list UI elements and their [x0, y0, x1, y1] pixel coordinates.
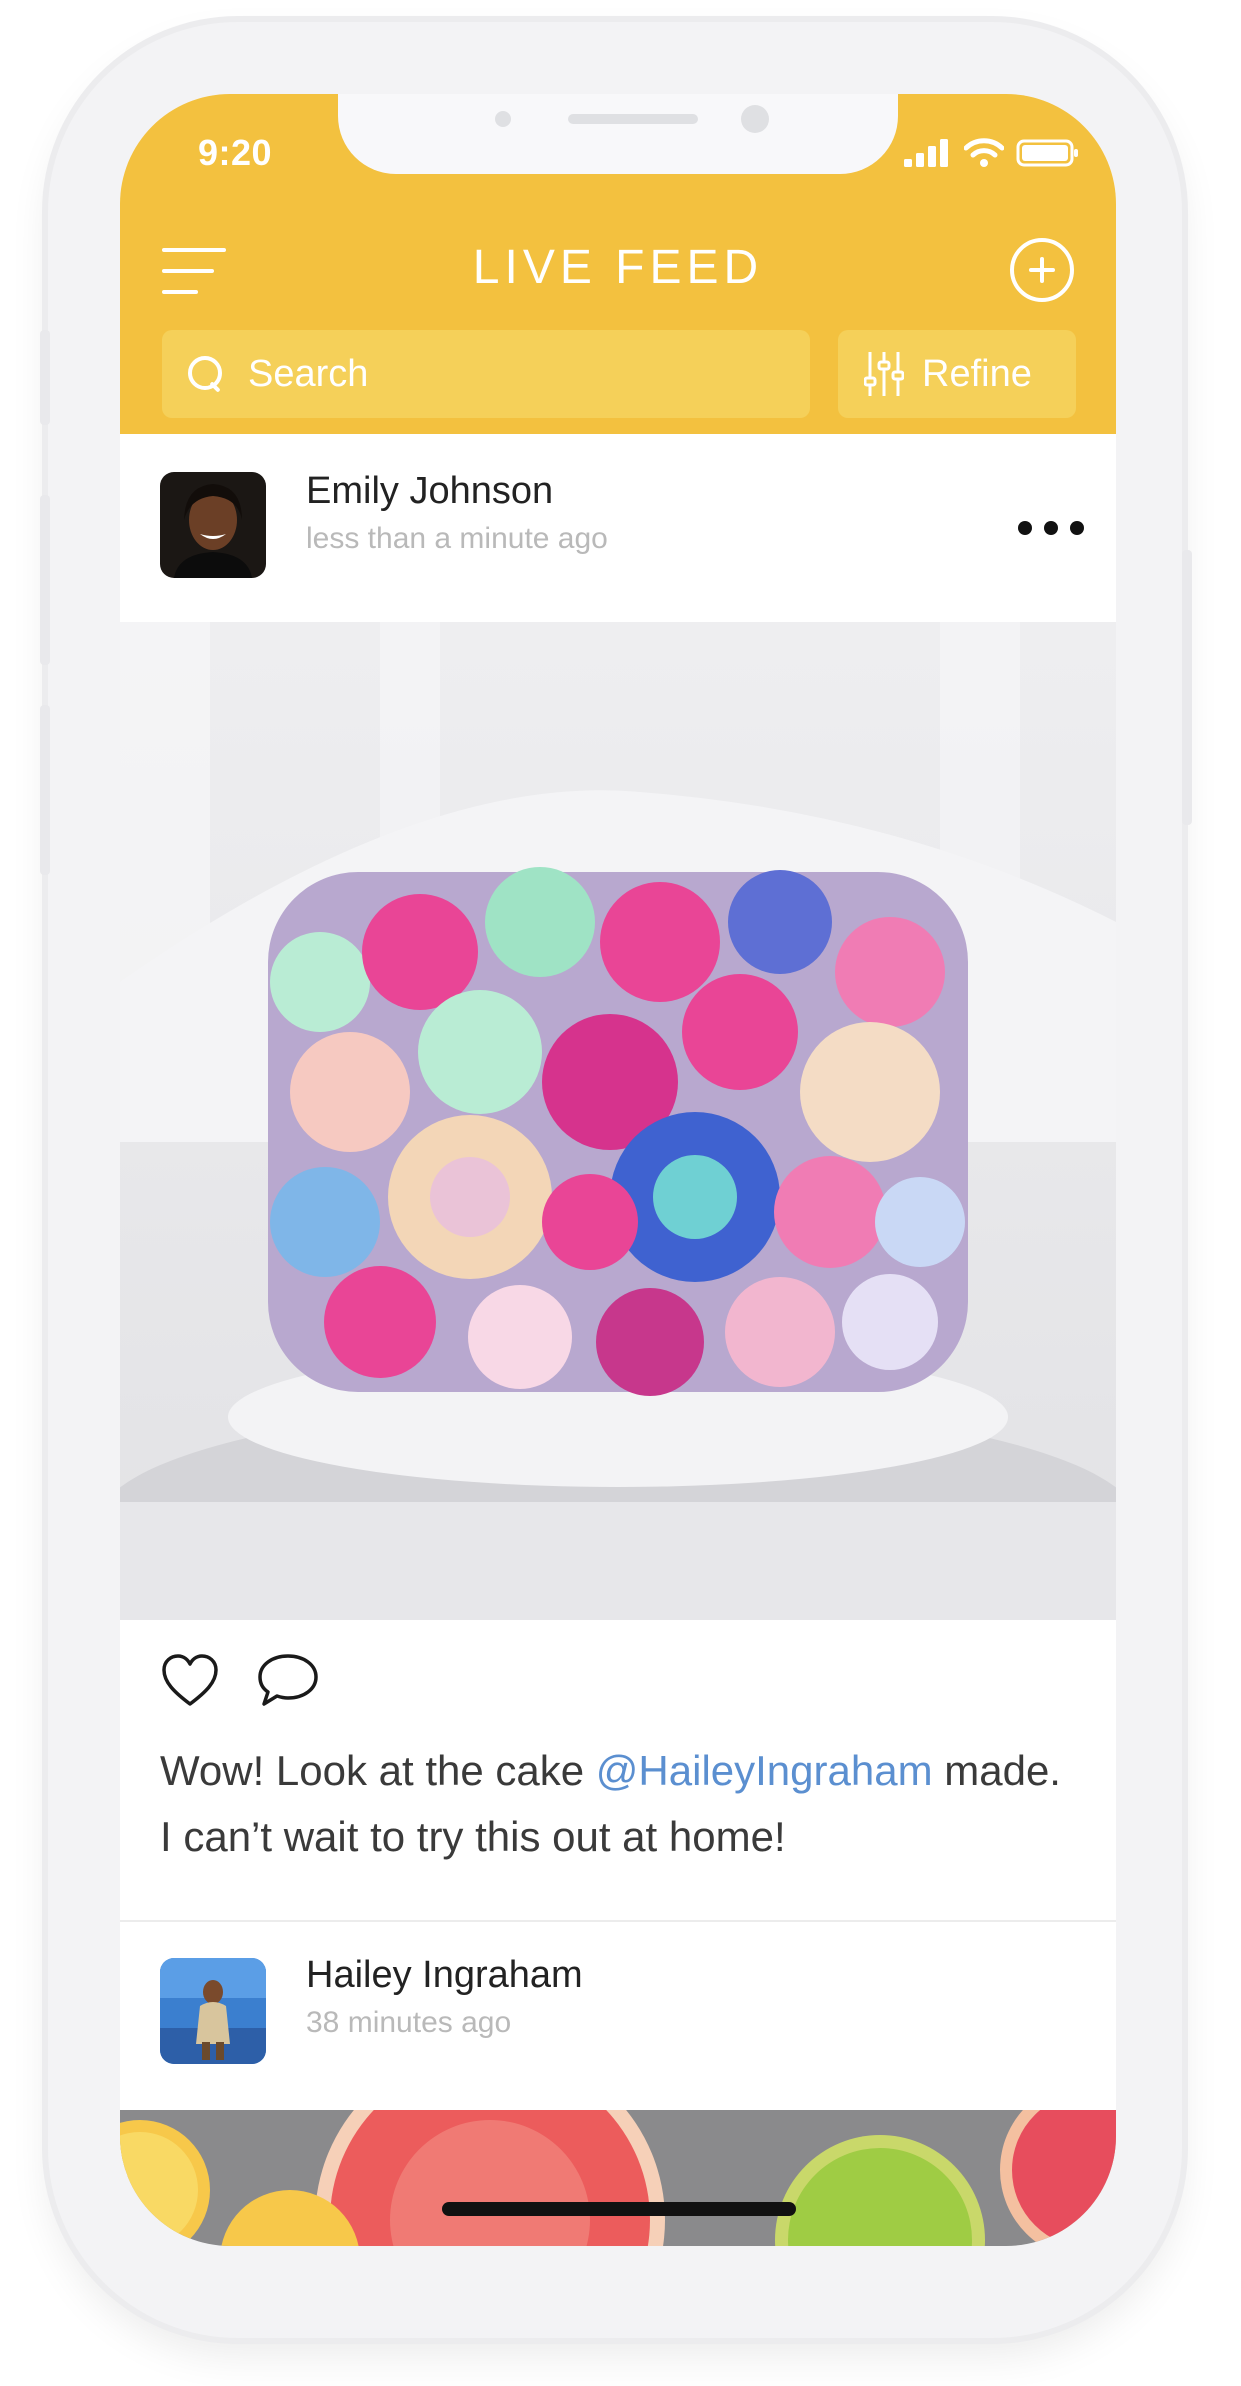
power-button — [1182, 550, 1192, 825]
caption-text: Wow! Look at the cake — [160, 1747, 596, 1794]
add-icon[interactable] — [1010, 238, 1074, 302]
comment-icon[interactable] — [256, 1652, 320, 1708]
avatar[interactable] — [160, 1958, 266, 2064]
post-timestamp: 38 minutes ago — [306, 2006, 512, 2039]
refine-label: Refine — [922, 352, 1032, 395]
post-user-name[interactable]: Hailey Ingraham — [306, 1954, 583, 1997]
speaker-grille — [568, 114, 698, 124]
page-title: LIVE FEED — [472, 241, 764, 294]
app-header: 9:20 LIVE FEED Search Refine — [120, 94, 1116, 434]
avatar[interactable] — [160, 472, 266, 578]
post-header: Hailey Ingraham 38 minutes ago — [120, 1922, 1116, 2110]
status-time: 9:20 — [198, 132, 273, 173]
mute-switch — [40, 330, 50, 425]
refine-button[interactable]: Refine — [838, 330, 1076, 418]
phone-screen: 9:20 LIVE FEED Search Refine Emily Johns… — [120, 94, 1116, 2246]
search-bar[interactable] — [162, 330, 810, 418]
post-caption: Wow! Look at the cake @HaileyIngraham ma… — [160, 1738, 1080, 1870]
notch — [338, 94, 898, 174]
post-actions — [160, 1652, 320, 1708]
refine-icon — [864, 352, 904, 396]
post-user-name[interactable]: Emily Johnson — [306, 470, 553, 513]
cellular-signal-icon — [904, 139, 948, 167]
sensor-dot — [495, 111, 511, 127]
search-input[interactable] — [248, 352, 788, 396]
heart-icon[interactable] — [160, 1652, 220, 1708]
status-icons — [904, 138, 1080, 168]
post-timestamp: less than a minute ago — [306, 522, 608, 555]
battery-icon — [1016, 139, 1078, 167]
wifi-icon — [964, 138, 1004, 167]
volume-down-button — [40, 705, 50, 875]
post-header: Emily Johnson less than a minute ago — [120, 434, 1116, 622]
post-image-cake[interactable] — [120, 622, 1116, 1620]
home-indicator[interactable] — [442, 2202, 796, 2216]
search-icon — [186, 354, 226, 394]
more-icon[interactable] — [1018, 521, 1084, 535]
mention-link[interactable]: @HaileyIngraham — [596, 1747, 933, 1794]
volume-up-button — [40, 495, 50, 665]
post-image-citrus[interactable] — [120, 2110, 1116, 2246]
front-camera — [741, 105, 769, 133]
